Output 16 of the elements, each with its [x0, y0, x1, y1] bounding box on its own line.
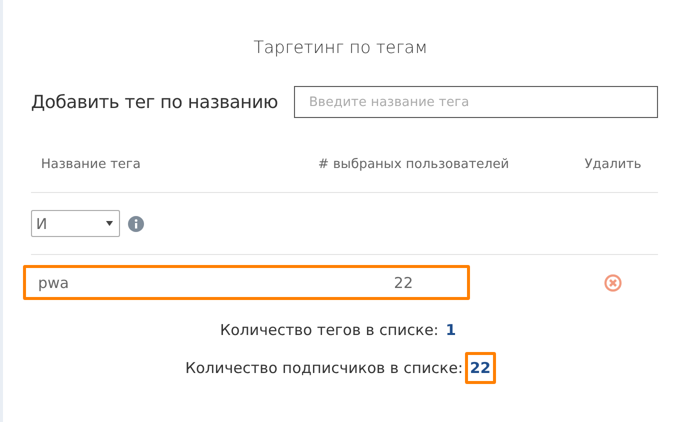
operator-select[interactable]: И — [31, 210, 120, 237]
summary-label: Количество тегов в списке: — [220, 321, 439, 339]
tag-name-field[interactable]: Введите название тега — [294, 86, 658, 118]
column-header: Название тега — [40, 156, 142, 172]
summary-label: Количество подписчиков в списке: — [185, 359, 463, 377]
info-icon[interactable] — [128, 216, 144, 232]
section-title: Таргетинг по тегам — [252, 38, 429, 58]
summary-value: 22 — [464, 352, 496, 384]
add-tag-label: Добавить тег по названию — [31, 92, 278, 112]
caret-icon — [106, 221, 113, 226]
delete-icon[interactable] — [604, 274, 622, 292]
column-header: Удалить — [584, 156, 642, 172]
user-count-cell: 22 — [394, 274, 413, 292]
column-header: # выбраных пользователей — [318, 156, 510, 172]
summary-value: 1 — [444, 320, 458, 341]
tag-name-cell-text: pwa — [38, 274, 70, 292]
